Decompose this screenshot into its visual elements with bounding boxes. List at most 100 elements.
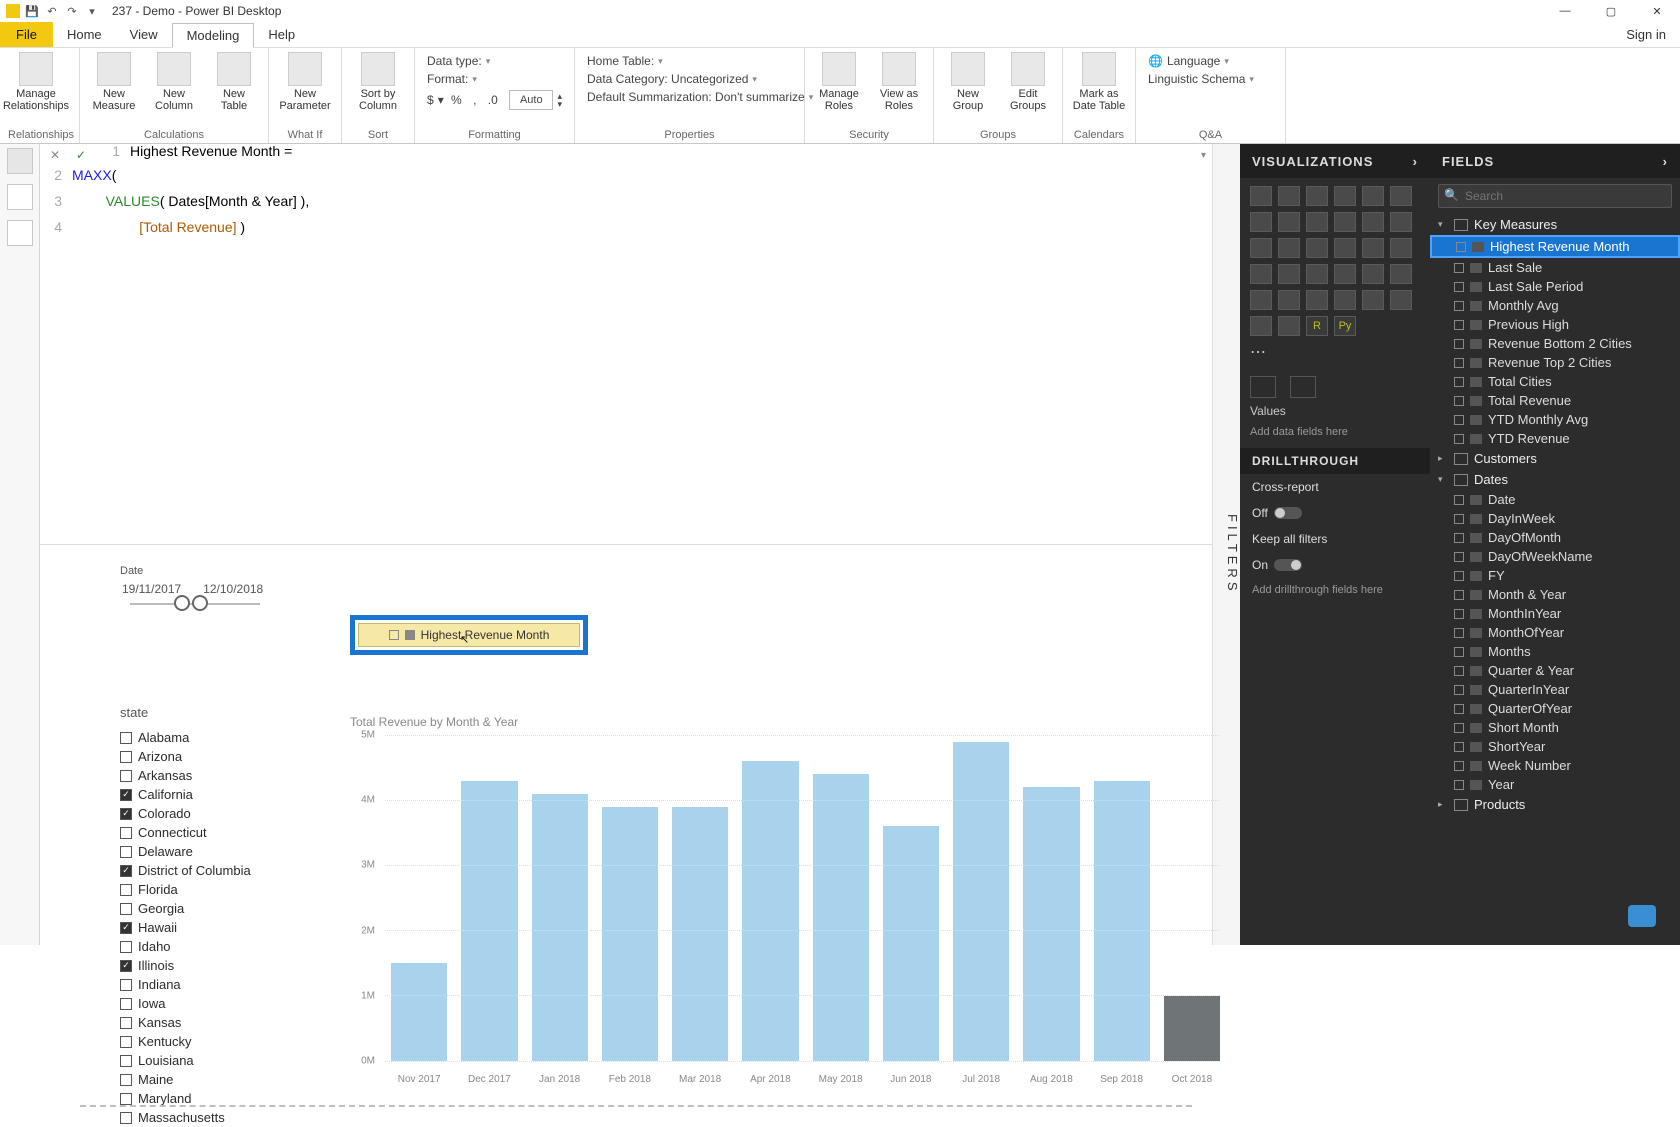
- slider-thumb-right[interactable]: [192, 595, 208, 611]
- state-item[interactable]: Alabama: [120, 728, 251, 747]
- state-item[interactable]: ✓Illinois: [120, 956, 251, 975]
- data-category-dropdown[interactable]: Data Category: Uncategorized▾: [583, 70, 796, 88]
- viz-type-button[interactable]: Py: [1334, 316, 1356, 336]
- field-checkbox[interactable]: [1454, 609, 1464, 619]
- field-item[interactable]: YTD Monthly Avg: [1430, 410, 1680, 429]
- tab-modeling[interactable]: Modeling: [172, 23, 255, 48]
- card-visual[interactable]: Highest Revenue Month ↖: [350, 615, 588, 655]
- viz-type-button[interactable]: [1390, 212, 1412, 232]
- field-item[interactable]: Month & Year: [1430, 585, 1680, 604]
- viz-type-button[interactable]: [1390, 238, 1412, 258]
- manage-roles-button[interactable]: Manage Roles: [813, 52, 865, 112]
- bar[interactable]: [813, 774, 869, 1061]
- field-checkbox[interactable]: [1454, 685, 1464, 695]
- field-checkbox[interactable]: [1454, 434, 1464, 444]
- bar[interactable]: [1164, 996, 1220, 1061]
- formula-bar[interactable]: ✕ ✓ 1Highest Revenue Month = ▾ 2MAXX( 3 …: [40, 144, 1212, 545]
- mark-as-date-table-button[interactable]: Mark as Date Table: [1071, 52, 1127, 112]
- checkbox-icon[interactable]: [120, 941, 132, 953]
- checkbox-icon[interactable]: [120, 903, 132, 915]
- viz-type-button[interactable]: [1306, 290, 1328, 310]
- more-visuals-button[interactable]: ⋯: [1250, 342, 1412, 362]
- values-dropzone[interactable]: Add data fields here: [1250, 422, 1420, 442]
- viz-type-button[interactable]: [1278, 290, 1300, 310]
- date-slider[interactable]: [130, 603, 260, 605]
- viz-type-button[interactable]: [1250, 290, 1272, 310]
- keep-filters-toggle[interactable]: [1274, 559, 1302, 571]
- checkbox-icon[interactable]: [120, 1093, 132, 1105]
- bar[interactable]: [461, 781, 517, 1061]
- bar[interactable]: [532, 794, 588, 1061]
- format-well-tab[interactable]: [1290, 376, 1316, 398]
- chevron-right-icon[interactable]: ›: [1413, 154, 1418, 169]
- state-item[interactable]: ✓California: [120, 785, 251, 804]
- viz-type-button[interactable]: [1362, 238, 1384, 258]
- checkbox-icon[interactable]: [120, 884, 132, 896]
- viz-type-button[interactable]: [1362, 290, 1384, 310]
- chevron-right-icon[interactable]: ›: [1663, 154, 1668, 169]
- redo-icon[interactable]: ↷: [64, 3, 80, 19]
- field-checkbox[interactable]: [1454, 514, 1464, 524]
- field-checkbox[interactable]: [1454, 647, 1464, 657]
- auto-decimals-box[interactable]: Auto: [509, 90, 553, 110]
- field-item[interactable]: Total Cities: [1430, 372, 1680, 391]
- manage-relationships-button[interactable]: Manage Relationships: [8, 52, 64, 112]
- field-checkbox[interactable]: [1454, 320, 1464, 330]
- new-table-button[interactable]: New Table: [208, 52, 260, 112]
- bar[interactable]: [602, 807, 658, 1061]
- field-item[interactable]: Highest Revenue Month: [1430, 235, 1680, 258]
- table-header[interactable]: ▾Key Measures: [1430, 214, 1680, 235]
- field-checkbox[interactable]: [1454, 415, 1464, 425]
- field-item[interactable]: MonthOfYear: [1430, 623, 1680, 642]
- state-item[interactable]: Maine: [120, 1070, 251, 1089]
- field-checkbox[interactable]: [1454, 552, 1464, 562]
- language-dropdown[interactable]: 🌐 Language ▾: [1144, 52, 1277, 70]
- field-item[interactable]: Months: [1430, 642, 1680, 661]
- field-item[interactable]: Total Revenue: [1430, 391, 1680, 410]
- checkbox-icon[interactable]: [120, 1112, 132, 1124]
- checkbox-icon[interactable]: [120, 1036, 132, 1048]
- formula-expand-icon[interactable]: ▾: [1201, 150, 1206, 161]
- field-checkbox[interactable]: [1454, 301, 1464, 311]
- field-checkbox[interactable]: [1454, 742, 1464, 752]
- tab-view[interactable]: View: [116, 22, 172, 47]
- checkbox-icon[interactable]: ✓: [120, 808, 132, 820]
- table-header[interactable]: ▸Products: [1430, 794, 1680, 815]
- report-canvas[interactable]: Date 19/11/2017 12/10/2018: [40, 545, 1212, 945]
- checkbox-icon[interactable]: ✓: [120, 960, 132, 972]
- file-menu[interactable]: File: [0, 22, 53, 47]
- viz-type-button[interactable]: R: [1306, 316, 1328, 336]
- report-view-button[interactable]: [7, 148, 33, 174]
- state-item[interactable]: Louisiana: [120, 1051, 251, 1070]
- field-item[interactable]: QuarterOfYear: [1430, 699, 1680, 718]
- field-item[interactable]: Quarter & Year: [1430, 661, 1680, 680]
- viz-type-button[interactable]: [1362, 212, 1384, 232]
- view-as-roles-button[interactable]: View as Roles: [873, 52, 925, 112]
- state-item[interactable]: Arizona: [120, 747, 251, 766]
- viz-type-button[interactable]: [1250, 212, 1272, 232]
- field-item[interactable]: Year: [1430, 775, 1680, 794]
- state-item[interactable]: Kansas: [120, 1013, 251, 1032]
- state-item[interactable]: Georgia: [120, 899, 251, 918]
- state-item[interactable]: Arkansas: [120, 766, 251, 785]
- field-item[interactable]: Last Sale Period: [1430, 277, 1680, 296]
- checkbox-icon[interactable]: [120, 770, 132, 782]
- bar[interactable]: [883, 826, 939, 1061]
- viz-type-button[interactable]: [1334, 186, 1356, 206]
- new-parameter-button[interactable]: New Parameter: [277, 52, 333, 112]
- field-item[interactable]: DayInWeek: [1430, 509, 1680, 528]
- table-header[interactable]: ▸Customers: [1430, 448, 1680, 469]
- field-checkbox[interactable]: [1454, 780, 1464, 790]
- state-item[interactable]: Iowa: [120, 994, 251, 1013]
- cross-report-toggle[interactable]: [1274, 507, 1302, 519]
- datatype-dropdown[interactable]: Data type:▾: [423, 52, 566, 70]
- field-checkbox[interactable]: [1454, 263, 1464, 273]
- bar[interactable]: [1023, 787, 1079, 1061]
- help-bubble-icon[interactable]: [1628, 905, 1656, 927]
- checkbox-icon[interactable]: [120, 732, 132, 744]
- bar[interactable]: [1094, 781, 1150, 1061]
- field-item[interactable]: Revenue Bottom 2 Cities: [1430, 334, 1680, 353]
- field-checkbox[interactable]: [1454, 533, 1464, 543]
- state-item[interactable]: Delaware: [120, 842, 251, 861]
- field-checkbox[interactable]: [1454, 571, 1464, 581]
